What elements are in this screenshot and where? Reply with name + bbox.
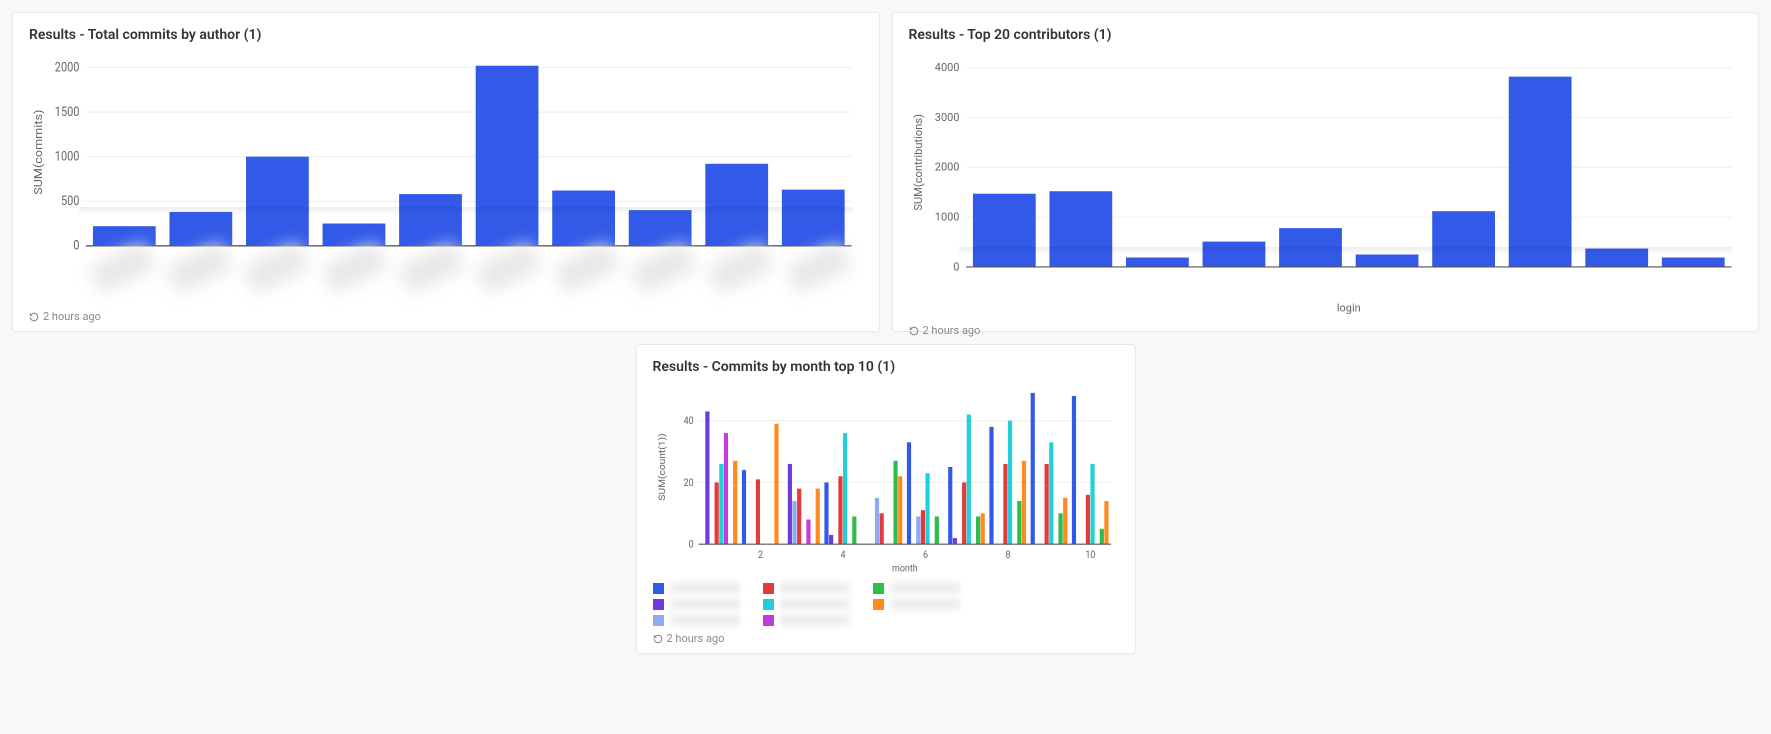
svg-text:2000: 2000 — [934, 161, 959, 174]
legend-label-obscured — [780, 614, 850, 626]
svg-text:SUM(count(1)): SUM(count(1)) — [657, 433, 667, 500]
svg-text:1000: 1000 — [934, 210, 959, 223]
legend-item[interactable] — [763, 614, 863, 626]
card-footer: 2 hours ago — [29, 310, 863, 323]
svg-text:6: 6 — [922, 549, 927, 561]
legend-item[interactable] — [653, 582, 753, 594]
legend-label-obscured — [780, 582, 850, 594]
svg-text:0: 0 — [688, 539, 693, 551]
legend-label-obscured — [670, 598, 740, 610]
svg-text:4000: 4000 — [934, 61, 959, 74]
chart-commits-by-month: 0 20 40 2 4 6 8 10 SUM(count(1)) month — [653, 383, 1119, 576]
refresh-icon — [653, 634, 663, 644]
svg-text:1000: 1000 — [55, 149, 80, 164]
legend — [653, 582, 1119, 626]
card-title: Results - Total commits by author (1) — [29, 27, 863, 43]
footer-time: 2 hours ago — [667, 632, 725, 645]
svg-text:20: 20 — [683, 477, 693, 489]
legend-item[interactable] — [873, 582, 973, 594]
svg-text:1500: 1500 — [55, 104, 80, 119]
footer-time: 2 hours ago — [923, 324, 981, 337]
legend-swatch — [763, 583, 774, 594]
card-commits-by-author[interactable]: Results - Total commits by author (1) 05… — [12, 12, 880, 332]
card-commits-by-month[interactable]: Results - Commits by month top 10 (1) 0 2… — [636, 344, 1136, 654]
svg-text:500: 500 — [61, 193, 79, 208]
svg-text:10: 10 — [1085, 549, 1095, 561]
legend-item[interactable] — [763, 582, 863, 594]
legend-swatch — [653, 599, 664, 610]
svg-text:0: 0 — [953, 260, 959, 273]
svg-text:4: 4 — [840, 549, 846, 561]
legend-item[interactable] — [873, 598, 973, 610]
legend-label-obscured — [670, 582, 740, 594]
card-title: Results - Top 20 contributors (1) — [909, 27, 1743, 43]
legend-swatch — [653, 583, 664, 594]
svg-text:SUM(contributions): SUM(contributions) — [912, 114, 925, 211]
svg-text:month: month — [892, 563, 918, 575]
svg-text:3000: 3000 — [934, 111, 959, 124]
svg-text:SUM(commits): SUM(commits) — [32, 110, 45, 195]
card-top-contributors[interactable]: Results - Top 20 contributors (1) 0 1000 2… — [892, 12, 1760, 332]
chart-commits-by-author: 0500100015002000SUM(commits) — [29, 51, 863, 304]
card-title: Results - Commits by month top 10 (1) — [653, 359, 1119, 375]
card-footer: 2 hours ago — [909, 324, 1743, 337]
dashboard: Results - Total commits by author (1) 0 5… — [12, 12, 1759, 654]
legend-item[interactable] — [653, 614, 753, 626]
legend-label-obscured — [780, 598, 850, 610]
svg-text:40: 40 — [683, 416, 693, 428]
refresh-icon — [29, 312, 39, 322]
legend-label-obscured — [670, 614, 740, 626]
legend-swatch — [653, 615, 664, 626]
legend-swatch — [763, 615, 774, 626]
footer-time: 2 hours ago — [43, 310, 101, 323]
chart-top-contributors: 0 1000 2000 3000 4000 SUM(contributions) login — [909, 51, 1743, 318]
card-footer: 2 hours ago — [653, 632, 1119, 645]
legend-swatch — [873, 583, 884, 594]
legend-swatch — [763, 599, 774, 610]
legend-label-obscured — [890, 582, 960, 594]
svg-text:2000: 2000 — [55, 60, 80, 75]
xlabels-obscured — [79, 244, 853, 304]
legend-item[interactable] — [653, 598, 753, 610]
refresh-icon — [909, 326, 919, 336]
legend-swatch — [873, 599, 884, 610]
svg-text:8: 8 — [1005, 549, 1010, 561]
svg-text:login: login — [1336, 301, 1360, 314]
legend-item[interactable] — [763, 598, 863, 610]
svg-text:2: 2 — [757, 549, 763, 561]
legend-label-obscured — [890, 598, 960, 610]
